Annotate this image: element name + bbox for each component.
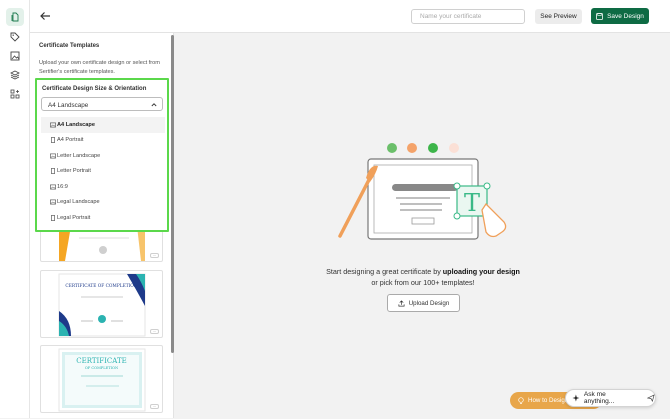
size-orientation-label: Certificate Design Size & Orientation: [42, 86, 147, 92]
option-label: A4 Landscape: [57, 121, 95, 128]
how-to-label: How to Design: [528, 397, 569, 404]
option-label: Legal Portrait: [57, 214, 91, 221]
option-legal-portrait[interactable]: Legal Portrait: [41, 210, 165, 226]
lightbulb-icon: [518, 396, 524, 404]
back-arrow-icon[interactable]: [38, 9, 52, 23]
upload-label: Upload Design: [408, 299, 450, 307]
sparkle-icon: [572, 394, 580, 402]
layers-icon[interactable]: [6, 66, 24, 84]
decor-dot: [449, 143, 459, 153]
portrait-icon: [51, 168, 55, 175]
option-16-9[interactable]: 16:9: [41, 179, 165, 195]
ask-label: Ask me anything...: [583, 391, 615, 405]
landscape-icon: [50, 199, 56, 205]
card-menu-icon[interactable]: ···: [150, 253, 159, 258]
chevron-up-icon: [151, 103, 157, 107]
size-select[interactable]: A4 Landscape: [41, 97, 163, 111]
save-label: Save Design: [607, 12, 644, 20]
top-bar: See Preview Save Design: [30, 0, 670, 33]
upload-icon: [398, 299, 405, 306]
selected-size: A4 Landscape: [48, 101, 89, 109]
see-preview-button[interactable]: See Preview: [535, 9, 582, 24]
option-label: Letter Portrait: [57, 168, 91, 175]
save-icon: [596, 12, 603, 20]
icon-rail: [0, 0, 30, 418]
template-subtitle: OF COMPLETION: [84, 366, 119, 370]
svg-text:T: T: [464, 189, 480, 217]
landscape-icon: [50, 184, 56, 190]
option-legal-landscape[interactable]: Legal Landscape: [41, 195, 165, 211]
template-card[interactable]: CERTIFICATE OF COMPLETION ···: [40, 270, 163, 338]
portrait-icon: [51, 137, 55, 144]
decor-dot: [428, 143, 438, 153]
file-icon[interactable]: [6, 8, 24, 26]
option-a4-portrait[interactable]: A4 Portrait: [41, 133, 165, 149]
option-letter-landscape[interactable]: Letter Landscape: [41, 148, 165, 164]
template-title: CERTIFICATE: [76, 357, 127, 365]
card-menu-icon[interactable]: ···: [150, 404, 159, 409]
panel-description: Upload your own certificate design or se…: [39, 60, 160, 75]
save-design-button[interactable]: Save Design: [591, 8, 649, 24]
option-letter-portrait[interactable]: Letter Portrait: [41, 164, 165, 180]
option-label: 16:9: [57, 183, 68, 190]
certificate-name-input[interactable]: [411, 9, 525, 24]
hero-text: Start designing a great certificate by u…: [300, 266, 546, 288]
image-icon[interactable]: [6, 47, 24, 65]
option-a4-landscape[interactable]: A4 Landscape: [41, 117, 165, 133]
hero-line2: or pick from our 100+ templates!: [371, 278, 475, 287]
landscape-icon: [50, 122, 56, 128]
hero-line1-bold: uploading your design: [442, 267, 520, 276]
card-menu-icon[interactable]: ···: [150, 329, 159, 334]
tag-icon[interactable]: [6, 28, 24, 46]
option-label: A4 Portrait: [57, 137, 84, 144]
upload-design-button[interactable]: Upload Design: [387, 294, 460, 312]
panel-title: Certificate Templates: [39, 43, 100, 49]
ai-assistant-input[interactable]: Ask me anything...: [565, 389, 656, 407]
template-card[interactable]: CERTIFICATE OF COMPLETION ···: [40, 345, 163, 413]
template-title: CERTIFICATE OF COMPLETION: [65, 284, 138, 289]
size-dropdown-menu: A4 Landscape A4 Portrait Letter Landscap…: [41, 117, 165, 226]
option-label: Legal Landscape: [57, 199, 100, 206]
hero-line1-prefix: Start designing a great certificate by: [326, 267, 443, 276]
certificate-illustration: T: [338, 143, 507, 240]
grid-plus-icon[interactable]: [6, 85, 24, 103]
decor-dot: [387, 143, 397, 153]
landscape-icon: [50, 153, 56, 159]
send-icon[interactable]: [647, 394, 655, 402]
option-label: Letter Landscape: [57, 152, 101, 159]
size-orientation-section: Certificate Design Size & Orientation A4…: [35, 78, 169, 232]
decor-dot: [407, 143, 417, 153]
portrait-icon: [51, 214, 55, 221]
panel-scrollbar[interactable]: [171, 35, 174, 353]
